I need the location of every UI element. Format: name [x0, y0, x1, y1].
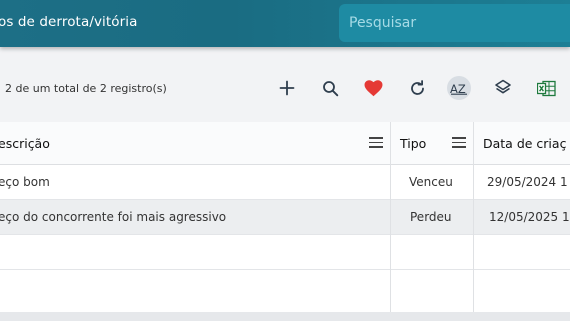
- column-divider: [390, 122, 391, 321]
- page-title: os de derrota/vitória: [0, 14, 138, 30]
- layers-icon: [495, 79, 511, 94]
- table-row[interactable]: eço bom Venceu 29/05/2024 1: [0, 165, 570, 200]
- add-button[interactable]: [274, 75, 300, 101]
- cell-data: 29/05/2024 1: [487, 175, 568, 189]
- cell-descricao: eço bom: [0, 175, 50, 189]
- add-icon: [279, 80, 295, 96]
- heart-icon: [364, 79, 382, 96]
- toolbar: 2 de um total de 2 registro(s) AZ: [0, 62, 570, 114]
- favorite-button[interactable]: [360, 75, 386, 101]
- layers-button[interactable]: [490, 75, 516, 101]
- search-button[interactable]: [317, 75, 343, 101]
- refresh-icon: [410, 79, 424, 95]
- sort-az-icon: AZ: [450, 82, 467, 95]
- export-excel-button[interactable]: [533, 75, 559, 101]
- cell-data: 12/05/2025 1(: [489, 210, 570, 224]
- column-header-tipo[interactable]: Tipo: [400, 136, 426, 151]
- cell-tipo: Venceu: [409, 175, 453, 189]
- table-header: escrição Tipo Data de criaç: [0, 122, 570, 165]
- svg-text:AZ: AZ: [450, 82, 466, 95]
- table-row[interactable]: eço do concorrente foi mais agressivo Pe…: [0, 200, 570, 235]
- app-header: os de derrota/vitória: [0, 0, 570, 47]
- sort-button[interactable]: AZ: [447, 76, 471, 100]
- column-menu-icon[interactable]: [369, 137, 383, 149]
- search-box[interactable]: [339, 4, 570, 42]
- column-header-data-criacao[interactable]: Data de criaç: [483, 136, 566, 151]
- cell-tipo: Perdeu: [410, 210, 452, 224]
- data-table: escrição Tipo Data de criaç eço bom Venc…: [0, 122, 570, 321]
- refresh-button[interactable]: [404, 75, 430, 101]
- column-header-descricao[interactable]: escrição: [0, 136, 50, 151]
- search-input[interactable]: [349, 13, 549, 33]
- excel-icon: [536, 80, 556, 96]
- search-icon: [322, 80, 338, 96]
- cell-descricao: eço do concorrente foi mais agressivo: [0, 210, 227, 224]
- column-divider: [473, 122, 474, 321]
- table-footer: [0, 312, 570, 321]
- column-menu-icon[interactable]: [452, 137, 466, 149]
- record-count: 2 de um total de 2 registro(s): [5, 82, 167, 95]
- table-row-empty: [0, 270, 570, 313]
- table-row-empty: [0, 235, 570, 270]
